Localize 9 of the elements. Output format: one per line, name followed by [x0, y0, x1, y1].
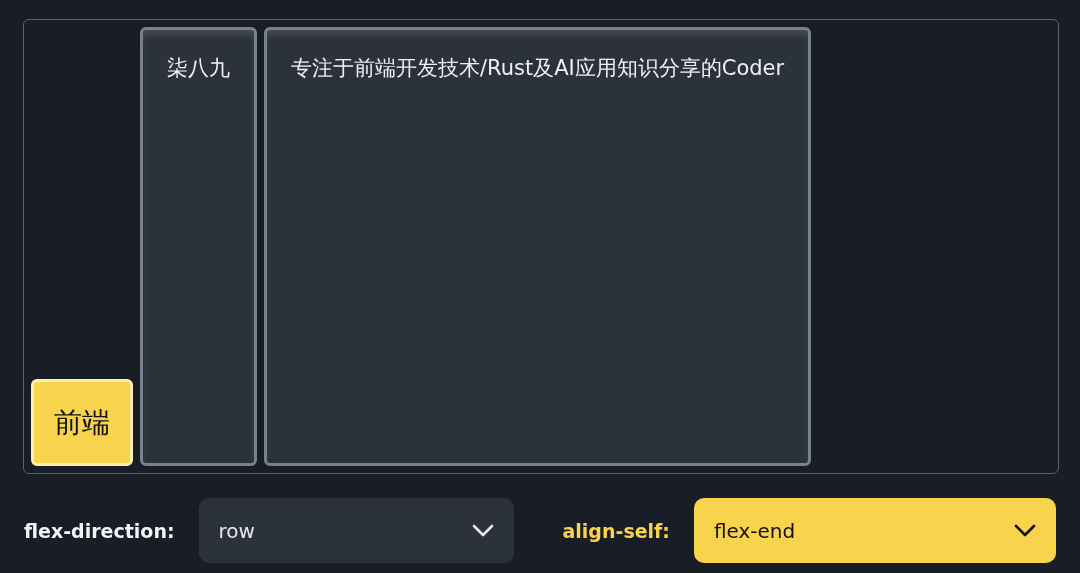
property-label: align-self:	[562, 519, 670, 542]
flex-item[interactable]: 前端	[31, 379, 133, 466]
select-field[interactable]: flex-end	[693, 498, 1056, 563]
flex-item[interactable]: 专注于前端开发技术/Rust及AI应用知识分享的Coder	[264, 27, 812, 466]
property-label: flex-direction:	[24, 519, 175, 542]
flex-item[interactable]: 柒八九	[140, 27, 257, 466]
chevron-down-icon	[471, 523, 494, 538]
chevron-down-icon	[1013, 523, 1036, 538]
select-field[interactable]: row	[198, 498, 514, 563]
